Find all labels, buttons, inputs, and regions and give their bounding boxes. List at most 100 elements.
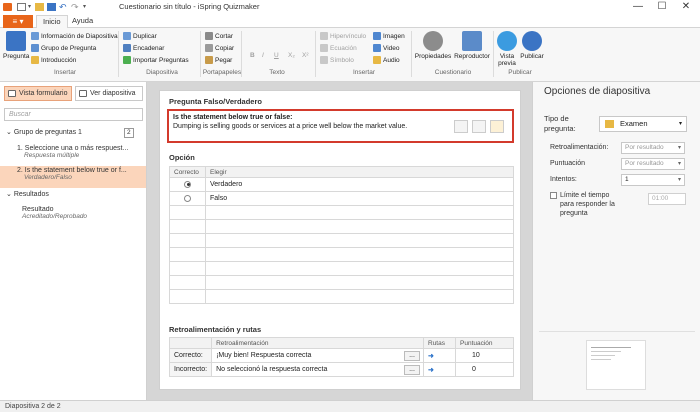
importar-preguntas-button[interactable]: Importar Preguntas xyxy=(123,56,189,64)
file-menu-button[interactable]: ≡ ▾ xyxy=(3,15,33,28)
encadenar-button[interactable]: Encadenar xyxy=(123,44,164,52)
option-row-empty[interactable] xyxy=(169,233,514,248)
option-row-empty[interactable] xyxy=(169,289,514,304)
ribbon-separator xyxy=(241,31,242,77)
title-bar: ▾ ↶ ↷ ▾ Cuestionario sin título - iSprin… xyxy=(0,0,700,14)
results-label: Resultados xyxy=(13,191,49,198)
app-logo-icon xyxy=(3,3,12,11)
pregunta-button[interactable]: Pregunta xyxy=(3,31,29,60)
question-group[interactable]: ⌄ Grupo de preguntas 1 2 xyxy=(0,128,146,140)
slide-item-title: 1. Seleccione una o más respuest... xyxy=(17,145,129,152)
slide-view-button[interactable]: Ver diapositiva xyxy=(75,86,143,101)
subscript-button[interactable]: X₂ xyxy=(288,52,295,59)
feedback-text[interactable]: No seleccionó la respuesta correcta xyxy=(216,366,327,373)
route-arrow-icon[interactable]: ➜ xyxy=(428,367,434,374)
option-label[interactable]: Verdadero xyxy=(205,177,514,192)
results-group[interactable]: ⌄ Resultados xyxy=(0,190,146,202)
feedback-select[interactable]: Por resultado ▾ xyxy=(621,142,685,154)
propiedades-button[interactable]: Propiedades xyxy=(414,31,452,60)
time-limit-label: Límite el tiempo para responder la pregu… xyxy=(560,192,615,217)
image-icon[interactable] xyxy=(454,120,468,133)
chevron-down-icon: ⌄ xyxy=(6,129,12,136)
hipervinculo-button[interactable]: Hipervínculo xyxy=(320,32,366,40)
omega-icon xyxy=(320,56,328,64)
video-button[interactable]: Video xyxy=(373,44,400,52)
undo-icon[interactable]: ↶ xyxy=(59,3,68,12)
save-icon[interactable] xyxy=(47,3,56,11)
imagen-button[interactable]: Imagen xyxy=(373,32,405,40)
question-title: Is the statement below true or false: xyxy=(173,114,293,121)
maximize-button[interactable]: ☐ xyxy=(652,1,672,13)
attempts-select[interactable]: 1 ▾ xyxy=(621,174,685,186)
feedback-more-button[interactable]: ... xyxy=(404,365,420,375)
new-file-icon[interactable] xyxy=(17,3,26,11)
tab-inicio[interactable]: Inicio xyxy=(36,15,68,28)
pegar-button[interactable]: Pegar xyxy=(205,56,232,64)
feedback-text[interactable]: ¡Muy bien! Respuesta correcta xyxy=(216,352,311,359)
customize-icon[interactable]: ▾ xyxy=(83,3,92,11)
slide-item-1[interactable]: 1. Seleccione una o más respuest... Resp… xyxy=(0,144,146,166)
option-row-empty[interactable] xyxy=(169,261,514,276)
reproductor-button[interactable]: Reproductor xyxy=(452,31,492,60)
time-input[interactable]: 01:00 xyxy=(648,193,686,205)
audio-button[interactable]: Audio xyxy=(373,56,400,64)
open-folder-icon[interactable] xyxy=(35,3,44,11)
time-limit-checkbox[interactable] xyxy=(550,192,557,199)
option-row-empty[interactable] xyxy=(169,219,514,234)
option-row[interactable]: Falso xyxy=(169,191,514,206)
option-row[interactable]: Verdadero xyxy=(169,177,514,192)
group-label: Grupo de preguntas 1 xyxy=(13,129,82,136)
radio-selected-icon[interactable] xyxy=(184,180,191,188)
feedback-table: Retroalimentación Rutas Puntuación Corre… xyxy=(168,337,514,377)
score-select[interactable]: Por resultado ▾ xyxy=(621,158,685,170)
underline-button[interactable]: U xyxy=(274,52,279,59)
simbolo-button[interactable]: Símbolo xyxy=(320,56,354,64)
question-text-box[interactable]: Is the statement below true or false: Du… xyxy=(167,109,514,143)
audio-label: Audio xyxy=(383,56,400,64)
tab-ayuda[interactable]: Ayuda xyxy=(66,15,99,28)
feedback-row-label: Correcto: xyxy=(168,348,213,363)
feedback-more-button[interactable]: ... xyxy=(404,351,420,361)
publicar-button[interactable]: Publicar xyxy=(520,31,544,60)
option-label[interactable]: Falso xyxy=(205,191,514,206)
ecuacion-label: Ecuación xyxy=(330,44,357,52)
superscript-button[interactable]: X² xyxy=(302,52,309,59)
vista-previa-button[interactable]: Vista previa xyxy=(495,31,519,67)
introduccion-label: Introducción xyxy=(41,56,77,64)
routes-header: Rutas xyxy=(423,337,456,349)
info-diapositiva-button[interactable]: Información de Diapositiva xyxy=(31,32,118,40)
cortar-button[interactable]: Cortar xyxy=(205,32,233,40)
copiar-button[interactable]: Copiar xyxy=(205,44,234,52)
italic-button[interactable]: I xyxy=(262,52,264,59)
search-input[interactable]: Buscar xyxy=(4,108,143,121)
form-view-button[interactable]: Vista formulario xyxy=(4,86,72,101)
slide-thumbnail[interactable] xyxy=(586,340,646,390)
option-row-empty[interactable] xyxy=(169,247,514,262)
duplicar-button[interactable]: Duplicar xyxy=(123,32,157,40)
video-icon[interactable] xyxy=(472,120,486,133)
score-value[interactable]: 0 xyxy=(455,362,514,377)
option-row-empty[interactable] xyxy=(169,205,514,220)
slide-item-2[interactable]: 2. Is the statement below true or f... V… xyxy=(0,166,146,188)
redo-icon[interactable]: ↷ xyxy=(71,3,80,12)
slide-options-panel: Opciones de diapositiva Tipo de pregunta… xyxy=(532,82,700,400)
radio-empty-icon[interactable] xyxy=(184,194,191,202)
option-row-empty[interactable] xyxy=(169,275,514,290)
minimize-button[interactable]: — xyxy=(628,1,648,13)
close-button[interactable]: ✕ xyxy=(676,1,696,13)
attempts-value: 1 xyxy=(625,176,629,183)
ribbon-separator xyxy=(315,31,316,77)
question-type-select[interactable]: Examen ▾ xyxy=(599,116,687,132)
score-value[interactable]: 10 xyxy=(455,348,514,363)
slide-list-panel: Vista formulario Ver diapositiva Buscar … xyxy=(0,82,147,400)
bold-button[interactable]: B xyxy=(250,52,255,59)
grupo-pregunta-button[interactable]: Grupo de Pregunta xyxy=(31,44,96,52)
ecuacion-button[interactable]: Ecuación xyxy=(320,44,357,52)
video-icon xyxy=(373,44,381,52)
introduccion-button[interactable]: Introducción xyxy=(31,56,76,64)
audio-icon[interactable] xyxy=(490,120,504,133)
panel-title: Opciones de diapositiva xyxy=(544,86,651,97)
vista-previa-label: Vista previa xyxy=(498,53,516,67)
route-arrow-icon[interactable]: ➜ xyxy=(428,353,434,360)
result-item[interactable]: Resultado Acreditado/Reprobado xyxy=(0,206,146,228)
